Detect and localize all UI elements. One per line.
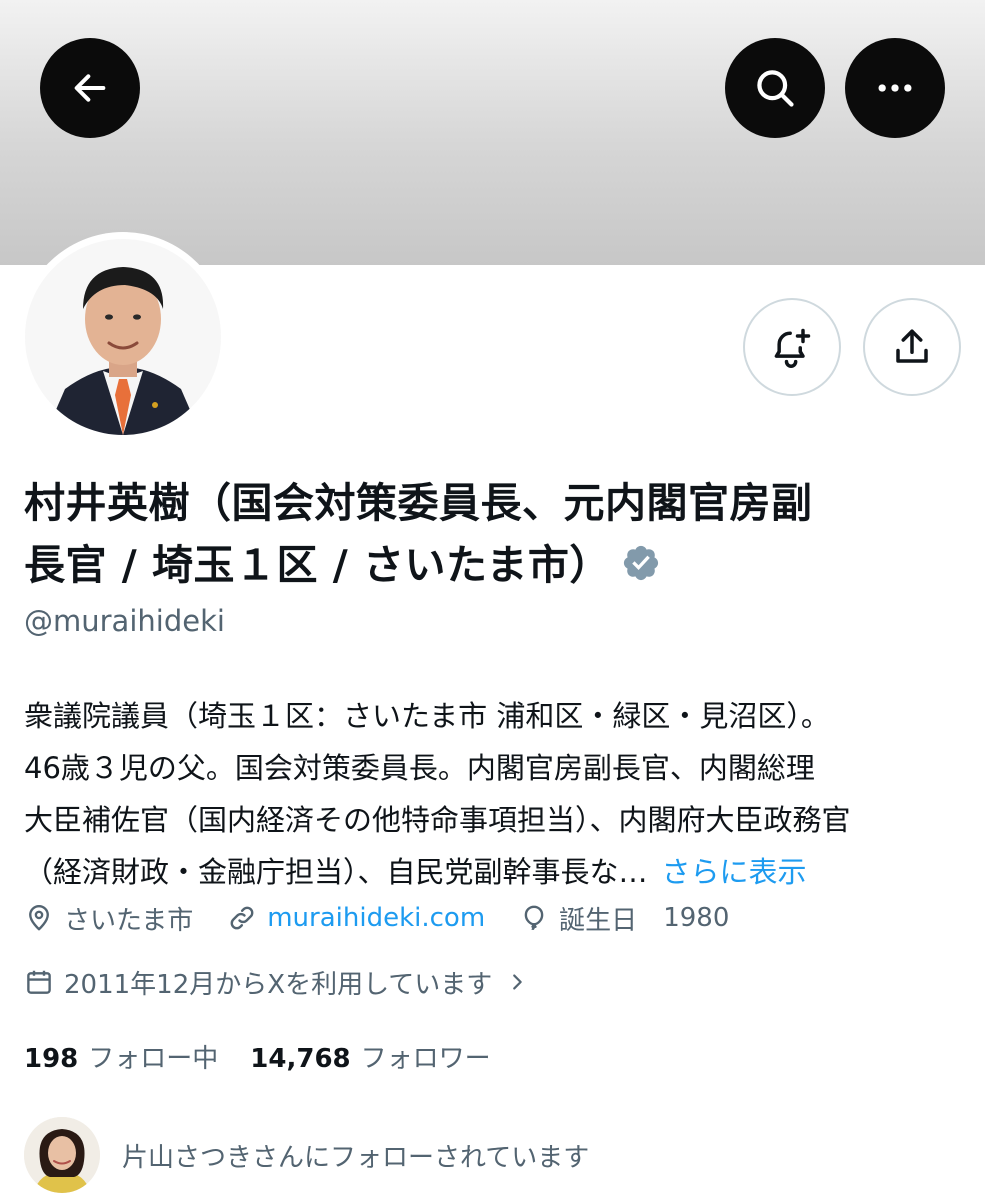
followers-count: 14,768 — [250, 1043, 351, 1074]
chevron-right-icon — [513, 974, 523, 990]
share-button[interactable] — [863, 298, 961, 396]
bell-plus-icon — [774, 328, 811, 368]
profile-name-line1: 村井英樹（国会対策委員長、元内閣官房副 — [24, 479, 813, 527]
website-link[interactable]: muraihideki.com — [267, 903, 485, 933]
bio-line: 46歳３児の父。国会対策委員長。内閣官房副長官、内閣総理 — [24, 751, 815, 785]
profile-page: 村井英樹（国会対策委員長、元内閣官房副 長官 / 埼玉１区 / さいたま市） @… — [0, 0, 985, 1200]
verified-badge-icon[interactable] — [621, 538, 661, 600]
followers-label: フォロワー — [360, 1043, 491, 1074]
birthday-label: 誕生日 — [559, 905, 638, 936]
following-count: 198 — [24, 1043, 79, 1074]
back-button[interactable] — [40, 38, 140, 138]
follower-avatar — [24, 1117, 100, 1193]
more-button[interactable] — [845, 38, 945, 138]
search-button[interactable] — [725, 38, 825, 138]
bio-line-last: （経済財政・金融庁担当）、自民党副幹事長な… さらに表示 — [24, 846, 964, 898]
profile-banner[interactable] — [0, 0, 985, 265]
location-pin-icon — [29, 904, 49, 931]
profile-bio: 衆議院議員（埼玉１区：さいたま市 浦和区・緑区・見沼区）。 46歳３児の父。国会… — [24, 690, 964, 898]
joined-text: 2011年12月からXを利用しています — [64, 969, 493, 1000]
show-more-link[interactable]: さらに表示 — [662, 855, 807, 889]
share-icon — [896, 329, 928, 363]
profile-photo — [25, 239, 221, 435]
followers-link[interactable]: 14,768 フォロワー — [250, 1038, 490, 1075]
birthday-year: 1980 — [663, 903, 730, 933]
joined-row[interactable]: 2011年12月からXを利用しています — [24, 962, 528, 1002]
follow-stats: 198 フォロー中 14,768 フォロワー — [24, 1036, 523, 1076]
birthday: 誕生日 1980 — [519, 900, 729, 937]
location-text: さいたま市 — [64, 905, 194, 936]
location: さいたま市 — [24, 900, 193, 937]
calendar-icon — [27, 970, 51, 994]
profile-name-line2: 長官 / 埼玉１区 / さいたま市） — [24, 541, 611, 589]
more-horizontal-icon — [878, 84, 912, 92]
profile-meta: さいたま市 muraihideki.com 誕生日 1980 — [24, 898, 763, 938]
bio-line: 大臣補佐官（国内経済その他特命事項担当）、内閣府大臣政務官 — [24, 803, 851, 837]
following-label: フォロー中 — [88, 1043, 219, 1074]
link-icon — [230, 906, 254, 930]
profile-avatar[interactable] — [18, 232, 228, 442]
bio-line-text: （経済財政・金融庁担当）、自民党副幹事長な… — [24, 855, 648, 889]
followed-by-text: 片山さつきさんにフォローされています — [122, 1142, 590, 1173]
arrow-left-icon — [74, 74, 106, 102]
profile-name: 村井英樹（国会対策委員長、元内閣官房副 長官 / 埼玉１区 / さいたま市） — [24, 472, 964, 600]
profile-handle: @muraihideki — [24, 604, 225, 638]
balloon-icon — [524, 905, 544, 931]
followed-by[interactable]: 片山さつきさんにフォローされています — [24, 1115, 589, 1195]
search-icon — [757, 70, 794, 107]
bio-line: 衆議院議員（埼玉１区：さいたま市 浦和区・緑区・見沼区）。 — [24, 699, 830, 733]
website[interactable]: muraihideki.com — [227, 903, 485, 933]
following-link[interactable]: 198 フォロー中 — [24, 1038, 218, 1075]
notify-button[interactable] — [743, 298, 841, 396]
